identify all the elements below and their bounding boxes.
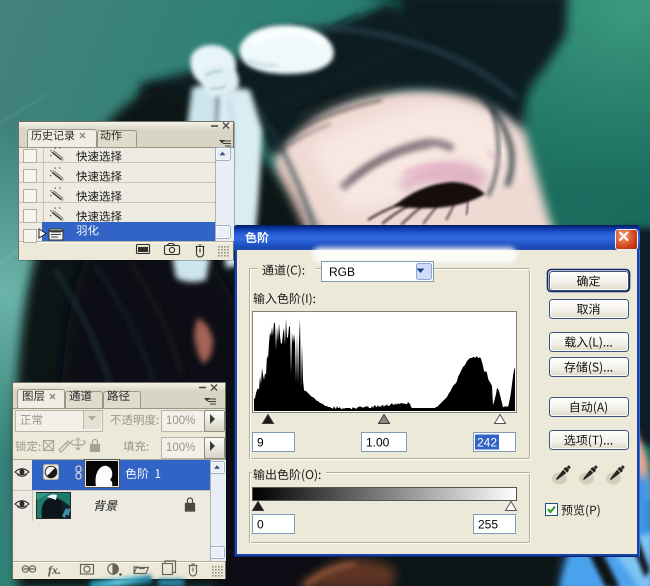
svg-text:100%: 100% [166, 415, 195, 427]
svg-text:9: 9 [257, 436, 264, 450]
svg-text:255: 255 [478, 518, 498, 532]
svg-text:100%: 100% [166, 442, 195, 454]
svg-text:242: 242 [477, 436, 497, 450]
svg-text:0: 0 [257, 518, 264, 532]
svg-text:1.00: 1.00 [366, 436, 390, 450]
svg-text:fx.: fx. [48, 563, 61, 577]
svg-text:RGB: RGB [329, 265, 355, 279]
